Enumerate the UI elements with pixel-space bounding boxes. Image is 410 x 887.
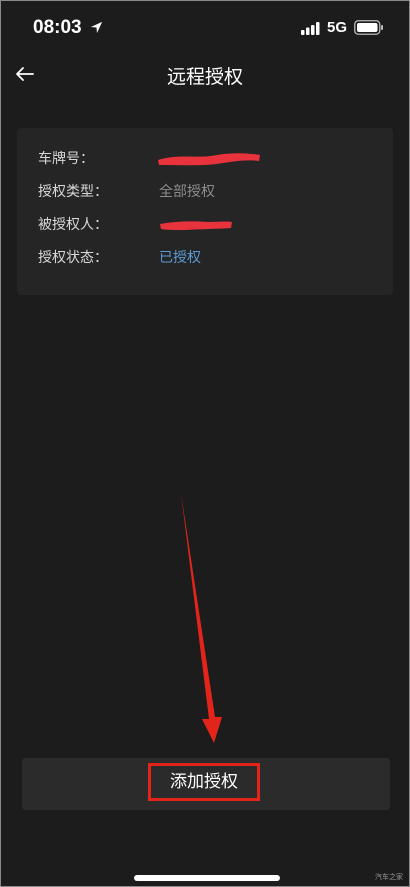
- add-authorization-button[interactable]: 添加授权: [148, 763, 260, 801]
- location-arrow-icon: [90, 21, 103, 34]
- plate-number-row: 车牌号：: [38, 148, 378, 170]
- bottom-action-panel: 添加授权: [22, 758, 390, 810]
- auth-type-row: 授权类型： 全部授权: [38, 181, 378, 203]
- plate-number-label: 车牌号：: [38, 151, 94, 167]
- auth-status-row: 授权状态： 已授权: [38, 247, 378, 269]
- signal-bars-icon: [301, 22, 320, 35]
- nav-bar: 远程授权: [1, 55, 409, 95]
- authorization-info-card: 车牌号： 授权类型： 全部授权 被授权人： 授权状态： 已授权: [17, 128, 393, 295]
- auth-status-label: 授权状态：: [38, 250, 108, 266]
- status-time: 08:03: [33, 17, 82, 38]
- auth-type-value: 全部授权: [159, 184, 215, 200]
- network-type: 5G: [327, 19, 348, 36]
- page-title: 远程授权: [166, 66, 243, 88]
- home-indicator: [134, 875, 280, 881]
- watermark: 汽车之家: [375, 873, 403, 881]
- redaction-mark: [160, 221, 232, 230]
- battery-icon: [354, 20, 383, 35]
- grantee-row: 被授权人：: [38, 214, 378, 236]
- redaction-mark: [158, 153, 260, 166]
- auth-type-label: 授权类型：: [38, 184, 108, 200]
- grantee-label: 被授权人：: [38, 217, 108, 233]
- status-bar: 08:03 5G: [1, 1, 409, 55]
- auth-status-value: 已授权: [159, 250, 201, 266]
